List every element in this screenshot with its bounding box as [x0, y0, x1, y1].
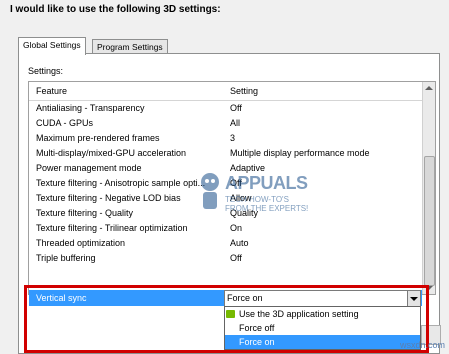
footer-watermark: wsxdn.com [399, 340, 445, 350]
setting-dropdown-list: Use the 3D application setting Force off… [224, 306, 421, 350]
setting-cell: Quality [230, 208, 259, 218]
table-row[interactable]: Threaded optimization Auto [29, 236, 422, 251]
vertical-scrollbar[interactable] [422, 82, 435, 294]
combobox-value: Force on [227, 293, 263, 303]
table-row[interactable]: CUDA - GPUs All [29, 116, 422, 131]
feature-cell: Multi-display/mixed-GPU acceleration [36, 148, 187, 158]
feature-cell: Texture filtering - Anisotropic sample o… [36, 178, 206, 188]
table-row[interactable]: Texture filtering - Anisotropic sample o… [29, 176, 422, 191]
column-header-feature[interactable]: Feature [36, 86, 67, 96]
setting-cell: Auto [230, 238, 249, 248]
feature-cell: Texture filtering - Quality [36, 208, 134, 218]
feature-cell: Maximum pre-rendered frames [36, 133, 160, 143]
setting-cell: Adaptive [230, 163, 266, 173]
feature-cell: Antialiasing - Transparency [36, 103, 145, 113]
feature-cell: Texture filtering - Negative LOD bias [36, 193, 181, 203]
column-header-setting[interactable]: Setting [230, 86, 258, 96]
feature-cell: Vertical sync [36, 293, 87, 303]
table-row[interactable]: Texture filtering - Trilinear optimizati… [29, 221, 422, 236]
table-row[interactable]: Power management mode Adaptive [29, 161, 422, 176]
scrollbar-thumb[interactable] [424, 156, 435, 286]
setting-cell: Multiple display performance mode [230, 148, 370, 158]
table-row[interactable]: Texture filtering - Negative LOD bias All… [29, 191, 422, 206]
setting-cell: Off [230, 178, 242, 188]
option-label: Force on [239, 337, 275, 347]
tab-program-settings[interactable]: Program Settings [92, 39, 168, 54]
dropdown-option-selected[interactable]: Force on [225, 335, 420, 349]
setting-cell: On [230, 223, 243, 233]
feature-cell: Texture filtering - Trilinear optimizati… [36, 223, 188, 233]
dropdown-option[interactable]: Use the 3D application setting [225, 307, 420, 321]
grid-rows: Antialiasing - Transparency Off CUDA - GP… [29, 101, 422, 266]
dropdown-option[interactable]: Force off [225, 321, 420, 335]
settings-grid: Feature Setting Antialiasing - Transpare… [28, 81, 436, 295]
feature-cell: CUDA - GPUs [36, 118, 94, 128]
setting-cell: Off [230, 103, 242, 113]
setting-cell: Allow [230, 193, 252, 203]
scroll-up-arrow-icon[interactable] [425, 86, 433, 90]
settings-heading: I would like to use the following 3D set… [10, 4, 221, 15]
feature-cell: Power management mode [36, 163, 142, 173]
setting-combobox[interactable]: Force on [224, 290, 421, 307]
table-row[interactable]: Multi-display/mixed-GPU acceleration Mult… [29, 146, 422, 161]
table-row[interactable]: Maximum pre-rendered frames 3 [29, 131, 422, 146]
option-label: Use the 3D application setting [239, 309, 359, 319]
chevron-down-icon[interactable] [407, 291, 420, 306]
table-row[interactable]: Texture filtering - Quality Quality [29, 206, 422, 221]
table-row[interactable]: Triple buffering Off [29, 251, 422, 266]
nvidia-logo-icon [226, 310, 235, 318]
tab-global-settings[interactable]: Global Settings [18, 37, 86, 55]
table-row[interactable]: Antialiasing - Transparency Off [29, 101, 422, 116]
setting-cell: 3 [230, 133, 236, 143]
option-label: Force off [239, 323, 275, 333]
scroll-down-arrow-icon[interactable] [425, 286, 433, 290]
grid-header: Feature Setting [29, 82, 422, 101]
setting-cell: Off [230, 253, 242, 263]
settings-label: Settings: [28, 66, 64, 76]
feature-cell: Triple buffering [36, 253, 96, 263]
setting-cell: All [230, 118, 241, 128]
feature-cell: Threaded optimization [36, 238, 126, 248]
